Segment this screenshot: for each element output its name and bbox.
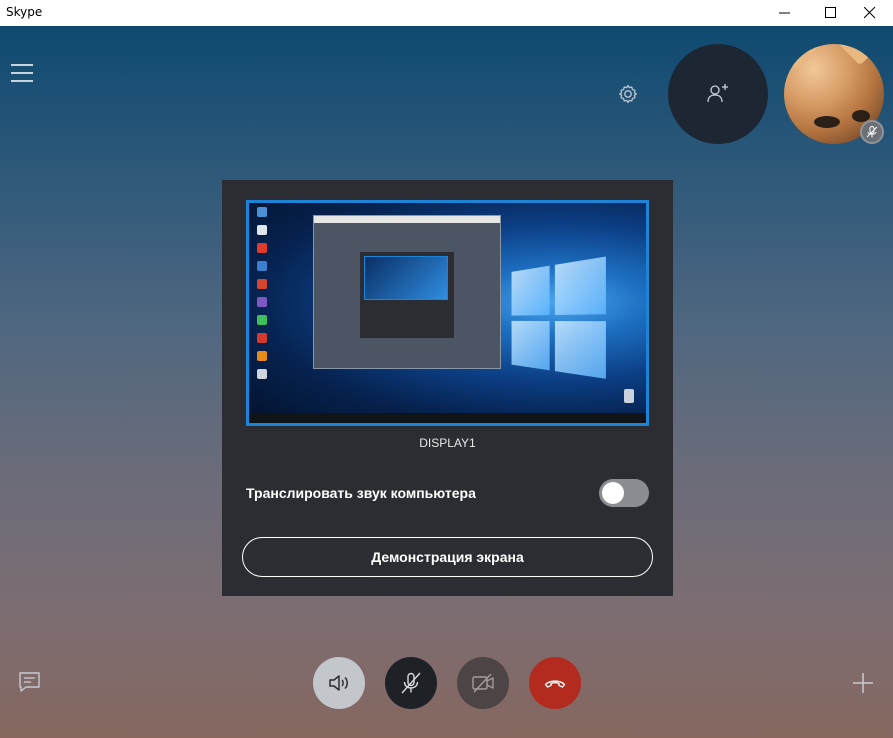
close-icon	[864, 7, 876, 19]
minimize-icon	[779, 12, 790, 14]
recycle-bin-icon	[624, 389, 634, 403]
maximize-icon	[825, 7, 836, 18]
preview-taskbar	[249, 413, 646, 423]
mic-muted-icon	[866, 126, 878, 138]
title-bar: Skype	[0, 0, 893, 26]
hamburger-menu-icon[interactable]	[11, 64, 35, 86]
nested-skype-window	[313, 215, 501, 369]
desktop-icons	[253, 207, 285, 387]
close-button[interactable]	[847, 0, 893, 26]
add-participant-button[interactable]	[668, 44, 768, 144]
window-title: Skype	[6, 5, 43, 19]
speaker-button[interactable]	[313, 657, 365, 709]
screen-share-panel: DISPLAY1 Транслировать звук компьютера Д…	[222, 180, 673, 596]
share-audio-label: Транслировать звук компьютера	[246, 485, 476, 501]
share-screen-button[interactable]: Демонстрация экрана	[242, 537, 653, 577]
video-button[interactable]	[457, 657, 509, 709]
participant-muted-badge	[860, 120, 884, 144]
display-name-label: DISPLAY1	[419, 436, 476, 450]
hangup-icon	[544, 680, 566, 688]
call-area: DISPLAY1 Транслировать звук компьютера Д…	[0, 26, 893, 738]
plus-icon[interactable]	[852, 672, 874, 694]
gear-icon[interactable]	[616, 82, 640, 106]
video-off-icon	[472, 673, 494, 693]
hang-up-button[interactable]	[529, 657, 581, 709]
display-preview[interactable]	[246, 200, 649, 426]
minimize-button[interactable]	[762, 0, 808, 26]
chat-icon[interactable]	[18, 670, 42, 694]
add-person-icon	[707, 84, 728, 103]
share-audio-toggle[interactable]	[599, 479, 649, 507]
toggle-knob	[602, 482, 624, 504]
microphone-button[interactable]	[385, 657, 437, 709]
speaker-icon	[329, 675, 348, 691]
mic-muted-icon	[401, 672, 421, 694]
windows-logo-image	[511, 256, 611, 384]
